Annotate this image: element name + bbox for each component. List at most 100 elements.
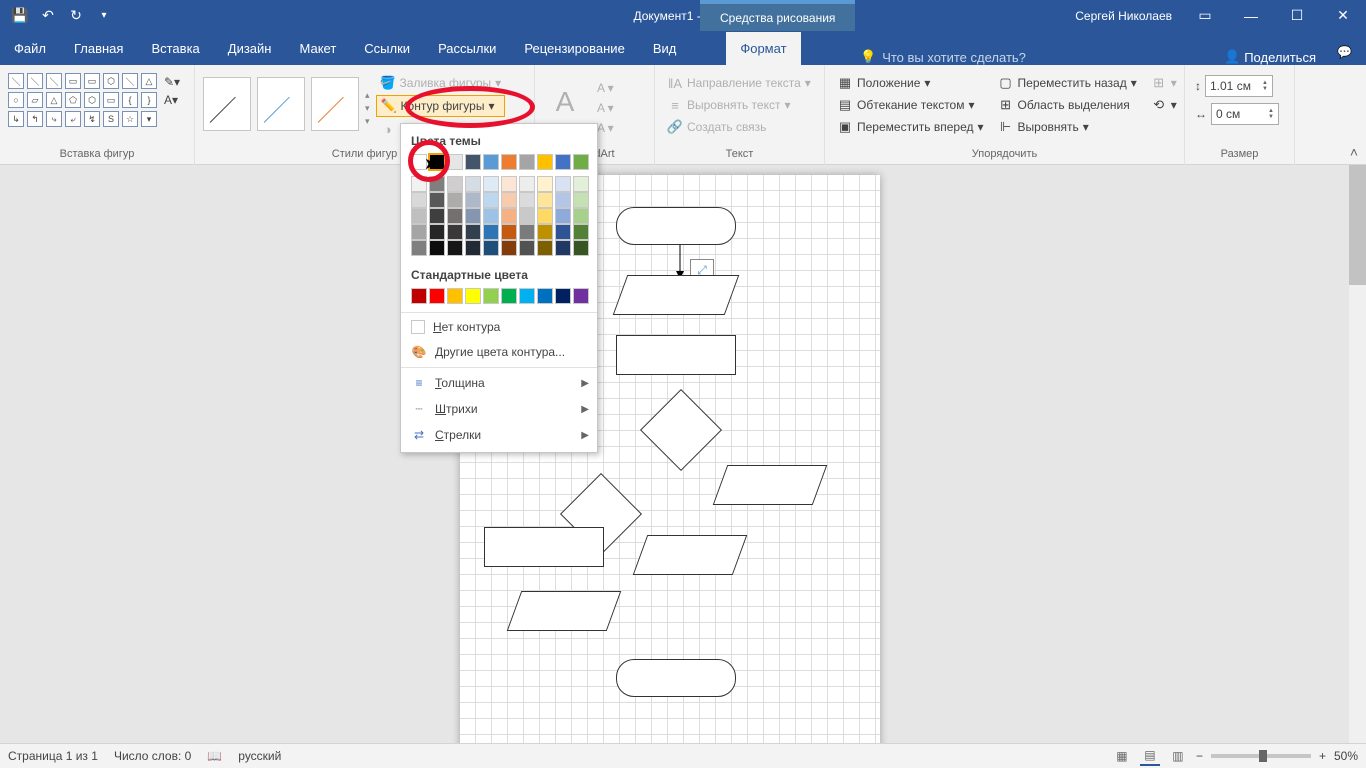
theme-color-swatch[interactable] [501, 154, 517, 170]
theme-color-swatch[interactable] [519, 154, 535, 170]
standard-color-swatch[interactable] [465, 288, 481, 304]
theme-shade-swatch[interactable] [483, 176, 499, 192]
theme-shade-swatch[interactable] [501, 224, 517, 240]
theme-shade-swatch[interactable] [465, 224, 481, 240]
theme-color-swatch[interactable] [537, 154, 553, 170]
zoom-level[interactable]: 50% [1334, 749, 1358, 763]
theme-shade-swatch[interactable] [483, 208, 499, 224]
flowchart-decision-1[interactable] [640, 389, 722, 471]
theme-shade-swatch[interactable] [537, 224, 553, 240]
tab-review[interactable]: Рецензирование [510, 32, 638, 65]
undo-icon[interactable]: ↶ [36, 4, 60, 28]
collapse-ribbon-icon[interactable]: ˄ [1350, 144, 1358, 160]
view-read-icon[interactable]: ▦ [1112, 746, 1132, 766]
flowchart-process-2[interactable] [484, 527, 604, 567]
save-icon[interactable]: 💾 [8, 4, 32, 28]
flowchart-data-4[interactable] [507, 591, 622, 631]
theme-shade-swatch[interactable] [429, 240, 445, 256]
standard-color-swatch[interactable] [555, 288, 571, 304]
height-input[interactable]: 1.01 см▲▼ [1205, 75, 1273, 97]
theme-color-swatch[interactable] [465, 154, 481, 170]
theme-shade-swatch[interactable] [447, 192, 463, 208]
weight-item[interactable]: ≡Толщина▶ [401, 370, 597, 396]
shape-outline-button[interactable]: ✏️Контур фигуры ▾ [376, 95, 506, 117]
status-language[interactable]: русский [238, 749, 281, 763]
send-backward-button[interactable]: ▢Переместить назад ▾ [994, 73, 1141, 93]
no-outline-item[interactable]: Нет контура [401, 315, 597, 339]
shapes-gallery[interactable]: ＼＼＼▭▭⬡＼△ ○▱△⬠⬡▭{} ↳↰⤷⤶↯S☆▾ [8, 69, 158, 128]
redo-icon[interactable]: ↻ [64, 4, 88, 28]
ribbon-display-options-icon[interactable]: ▭ [1182, 0, 1228, 31]
view-web-icon[interactable]: ▥ [1168, 746, 1188, 766]
theme-shade-swatch[interactable] [501, 192, 517, 208]
theme-shade-swatch[interactable] [573, 224, 589, 240]
theme-shade-swatch[interactable] [555, 224, 571, 240]
tab-home[interactable]: Главная [60, 32, 137, 65]
theme-shade-swatch[interactable] [519, 176, 535, 192]
theme-shade-swatch[interactable] [519, 192, 535, 208]
tab-format[interactable]: Формат [726, 32, 800, 65]
standard-color-swatch[interactable] [411, 288, 427, 304]
arrows-item[interactable]: ⇄Стрелки▶ [401, 422, 597, 448]
standard-color-swatch[interactable] [537, 288, 553, 304]
tab-references[interactable]: Ссылки [350, 32, 424, 65]
theme-shade-swatch[interactable] [429, 176, 445, 192]
theme-shade-swatch[interactable] [483, 224, 499, 240]
theme-shade-swatch[interactable] [537, 176, 553, 192]
bring-forward-button[interactable]: ▣Переместить вперед ▾ [833, 117, 988, 137]
theme-shade-swatch[interactable] [465, 192, 481, 208]
flowchart-terminator-end[interactable] [616, 659, 736, 697]
theme-shade-swatch[interactable] [519, 240, 535, 256]
rotate-button[interactable]: ⟲▾ [1147, 95, 1181, 115]
theme-shade-swatch[interactable] [429, 224, 445, 240]
comments-button[interactable]: 💬 [1331, 39, 1358, 65]
theme-shade-swatch[interactable] [447, 208, 463, 224]
theme-shade-swatch[interactable] [465, 240, 481, 256]
tab-insert[interactable]: Вставка [137, 32, 213, 65]
theme-shade-swatch[interactable] [555, 240, 571, 256]
theme-shade-swatch[interactable] [537, 240, 553, 256]
dashes-item[interactable]: ┄Штрихи▶ [401, 396, 597, 422]
tab-design[interactable]: Дизайн [214, 32, 286, 65]
standard-color-swatch[interactable] [429, 288, 445, 304]
flowchart-data-3[interactable] [633, 535, 748, 575]
status-page[interactable]: Страница 1 из 1 [8, 749, 98, 763]
standard-color-swatch[interactable] [501, 288, 517, 304]
standard-color-swatch[interactable] [519, 288, 535, 304]
edit-shape-icon[interactable]: ✎▾ [164, 75, 180, 89]
theme-shade-swatch[interactable] [573, 176, 589, 192]
theme-shade-swatch[interactable] [429, 192, 445, 208]
theme-shade-swatch[interactable] [573, 192, 589, 208]
theme-shade-swatch[interactable] [483, 240, 499, 256]
theme-shade-swatch[interactable] [573, 240, 589, 256]
theme-shade-swatch[interactable] [411, 192, 427, 208]
flowchart-data-2[interactable] [713, 465, 828, 505]
text-box-icon[interactable]: A▾ [164, 93, 180, 107]
theme-color-swatch[interactable] [555, 154, 571, 170]
theme-shade-swatch[interactable] [483, 192, 499, 208]
theme-shade-swatch[interactable] [447, 176, 463, 192]
width-input[interactable]: 0 см▲▼ [1211, 103, 1279, 125]
shape-styles-gallery[interactable]: ▴▾▾ [203, 69, 370, 139]
close-icon[interactable]: ✕ [1320, 0, 1366, 31]
shape-fill-button[interactable]: 🪣Заливка фигуры ▾ [376, 73, 506, 93]
flowchart-data-1[interactable] [613, 275, 740, 315]
theme-shade-swatch[interactable] [447, 224, 463, 240]
standard-color-swatch[interactable] [573, 288, 589, 304]
align-button[interactable]: ⊩Выровнять ▾ [994, 117, 1141, 137]
theme-shade-swatch[interactable] [537, 208, 553, 224]
theme-shade-swatch[interactable] [429, 208, 445, 224]
align-text-button[interactable]: ≡Выровнять текст ▾ [663, 95, 816, 115]
maximize-icon[interactable]: ☐ [1274, 0, 1320, 31]
vertical-scrollbar[interactable] [1349, 165, 1366, 743]
wrap-text-button[interactable]: ▤Обтекание текстом ▾ [833, 95, 988, 115]
tell-me-search[interactable]: 💡Что вы хотите сделать? [850, 49, 1036, 65]
theme-shade-swatch[interactable] [537, 192, 553, 208]
tab-view[interactable]: Вид [639, 32, 691, 65]
connector-arrow[interactable] [674, 245, 686, 279]
selection-pane-button[interactable]: ⊞Область выделения [994, 95, 1141, 115]
theme-shade-swatch[interactable] [411, 224, 427, 240]
theme-color-swatch[interactable] [411, 154, 427, 170]
flowchart-process-1[interactable] [616, 335, 736, 375]
status-proofing-icon[interactable]: 📖 [207, 749, 222, 763]
